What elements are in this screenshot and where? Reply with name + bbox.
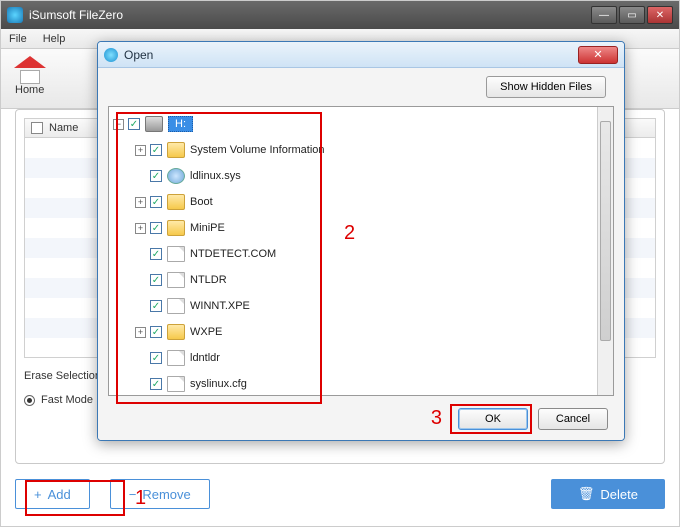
fast-mode-radio[interactable] [24, 395, 35, 406]
file-icon [167, 298, 185, 314]
checkbox[interactable]: ✓ [150, 222, 162, 234]
tree-item-label: ldlinux.sys [190, 170, 241, 182]
checkbox[interactable]: ✓ [150, 378, 162, 390]
app-title: iSumsoft FileZero [29, 8, 589, 22]
tree-item-label: MiniPE [190, 222, 225, 234]
ok-button[interactable]: OK [458, 408, 528, 430]
checkbox[interactable]: ✓ [150, 170, 162, 182]
tree-item-label: NTLDR [190, 274, 227, 286]
tree-item[interactable]: + ✓ System Volume Information [113, 137, 325, 163]
tree-item[interactable]: + ✓ Boot [113, 189, 325, 215]
sys-icon [167, 168, 185, 184]
open-dialog: Open ✕ Show Hidden Files −✓H:+✓System Vo… [97, 41, 625, 441]
titlebar: iSumsoft FileZero — ▭ ✕ [1, 1, 679, 29]
tree-item[interactable]: ✓ syslinux.cfg [113, 371, 325, 397]
tree-root[interactable]: −✓ H: [113, 111, 325, 137]
checkbox[interactable]: ✓ [128, 118, 140, 130]
tree-item-label: WINNT.XPE [190, 300, 250, 312]
tree-item[interactable]: + ✓ WXPE [113, 319, 325, 345]
plus-icon: + [34, 487, 42, 502]
add-label: Add [48, 487, 71, 502]
fast-mode-label: Fast Mode [41, 394, 93, 406]
delete-button[interactable]: 🗑 Delete [551, 479, 665, 509]
checkbox[interactable]: ✓ [150, 144, 162, 156]
expand-icon[interactable]: + [135, 145, 146, 156]
tree-item[interactable]: ✓ WINNT.XPE [113, 293, 325, 319]
checkbox[interactable]: ✓ [150, 274, 162, 286]
tree-item[interactable]: ✓ ldntldr [113, 345, 325, 371]
dialog-titlebar: Open ✕ [98, 42, 624, 68]
tree-panel: −✓H:+✓System Volume Information✓ldlinux.… [108, 106, 614, 396]
delete-label: Delete [600, 487, 638, 502]
tree-item[interactable]: + ✓ MiniPE [113, 215, 325, 241]
file-icon [167, 376, 185, 392]
home-label: Home [15, 84, 44, 96]
close-button[interactable]: ✕ [647, 6, 673, 24]
expand-icon[interactable]: + [135, 327, 146, 338]
scroll-thumb[interactable] [600, 121, 611, 341]
folder-icon [167, 142, 185, 158]
checkbox[interactable]: ✓ [150, 352, 162, 364]
minimize-button[interactable]: — [591, 6, 617, 24]
remove-button[interactable]: − Remove [110, 479, 210, 509]
tree[interactable]: −✓H:+✓System Volume Information✓ldlinux.… [113, 111, 325, 397]
folder-icon [167, 220, 185, 236]
tree-item-label: ldntldr [190, 352, 220, 364]
home-button[interactable]: Home [15, 62, 44, 96]
bottom-bar: + Add − Remove 🗑 Delete [15, 476, 665, 512]
dialog-icon [104, 48, 118, 62]
tree-item-label: WXPE [190, 326, 222, 338]
expand-icon[interactable]: + [135, 197, 146, 208]
show-hidden-button[interactable]: Show Hidden Files [486, 76, 606, 98]
drive-icon [145, 116, 163, 132]
checkbox[interactable]: ✓ [150, 300, 162, 312]
menu-file[interactable]: File [1, 33, 35, 45]
file-icon [167, 246, 185, 262]
maximize-button[interactable]: ▭ [619, 6, 645, 24]
tree-item-label: NTDETECT.COM [190, 248, 276, 260]
tree-root-label: H: [168, 116, 193, 132]
tree-item-label: syslinux.cfg [190, 378, 247, 390]
erase-label: Erase Selection [24, 370, 101, 382]
tree-item-label: Boot [190, 196, 213, 208]
tree-item[interactable]: ✓ ldlinux.sys [113, 163, 325, 189]
remove-label: Remove [142, 487, 190, 502]
app-icon [7, 7, 23, 23]
dialog-close-button[interactable]: ✕ [578, 46, 618, 64]
tree-item-label: System Volume Information [190, 144, 325, 156]
add-button[interactable]: + Add [15, 479, 90, 509]
expand-icon[interactable]: + [135, 223, 146, 234]
tree-item[interactable]: ✓ NTDETECT.COM [113, 241, 325, 267]
trash-icon: 🗑 [578, 486, 595, 502]
checkbox[interactable]: ✓ [150, 248, 162, 260]
dialog-title: Open [124, 48, 153, 62]
select-all-checkbox[interactable] [31, 122, 43, 134]
menu-help[interactable]: Help [35, 33, 74, 45]
folder-icon [167, 324, 185, 340]
cancel-button[interactable]: Cancel [538, 408, 608, 430]
tree-item[interactable]: ✓ NTLDR [113, 267, 325, 293]
file-icon [167, 272, 185, 288]
scrollbar[interactable] [597, 107, 613, 395]
folder-icon [167, 194, 185, 210]
checkbox[interactable]: ✓ [150, 196, 162, 208]
col-name: Name [49, 122, 78, 134]
minus-icon: − [129, 487, 137, 502]
file-icon [167, 350, 185, 366]
expand-icon[interactable]: − [113, 119, 124, 130]
checkbox[interactable]: ✓ [150, 326, 162, 338]
